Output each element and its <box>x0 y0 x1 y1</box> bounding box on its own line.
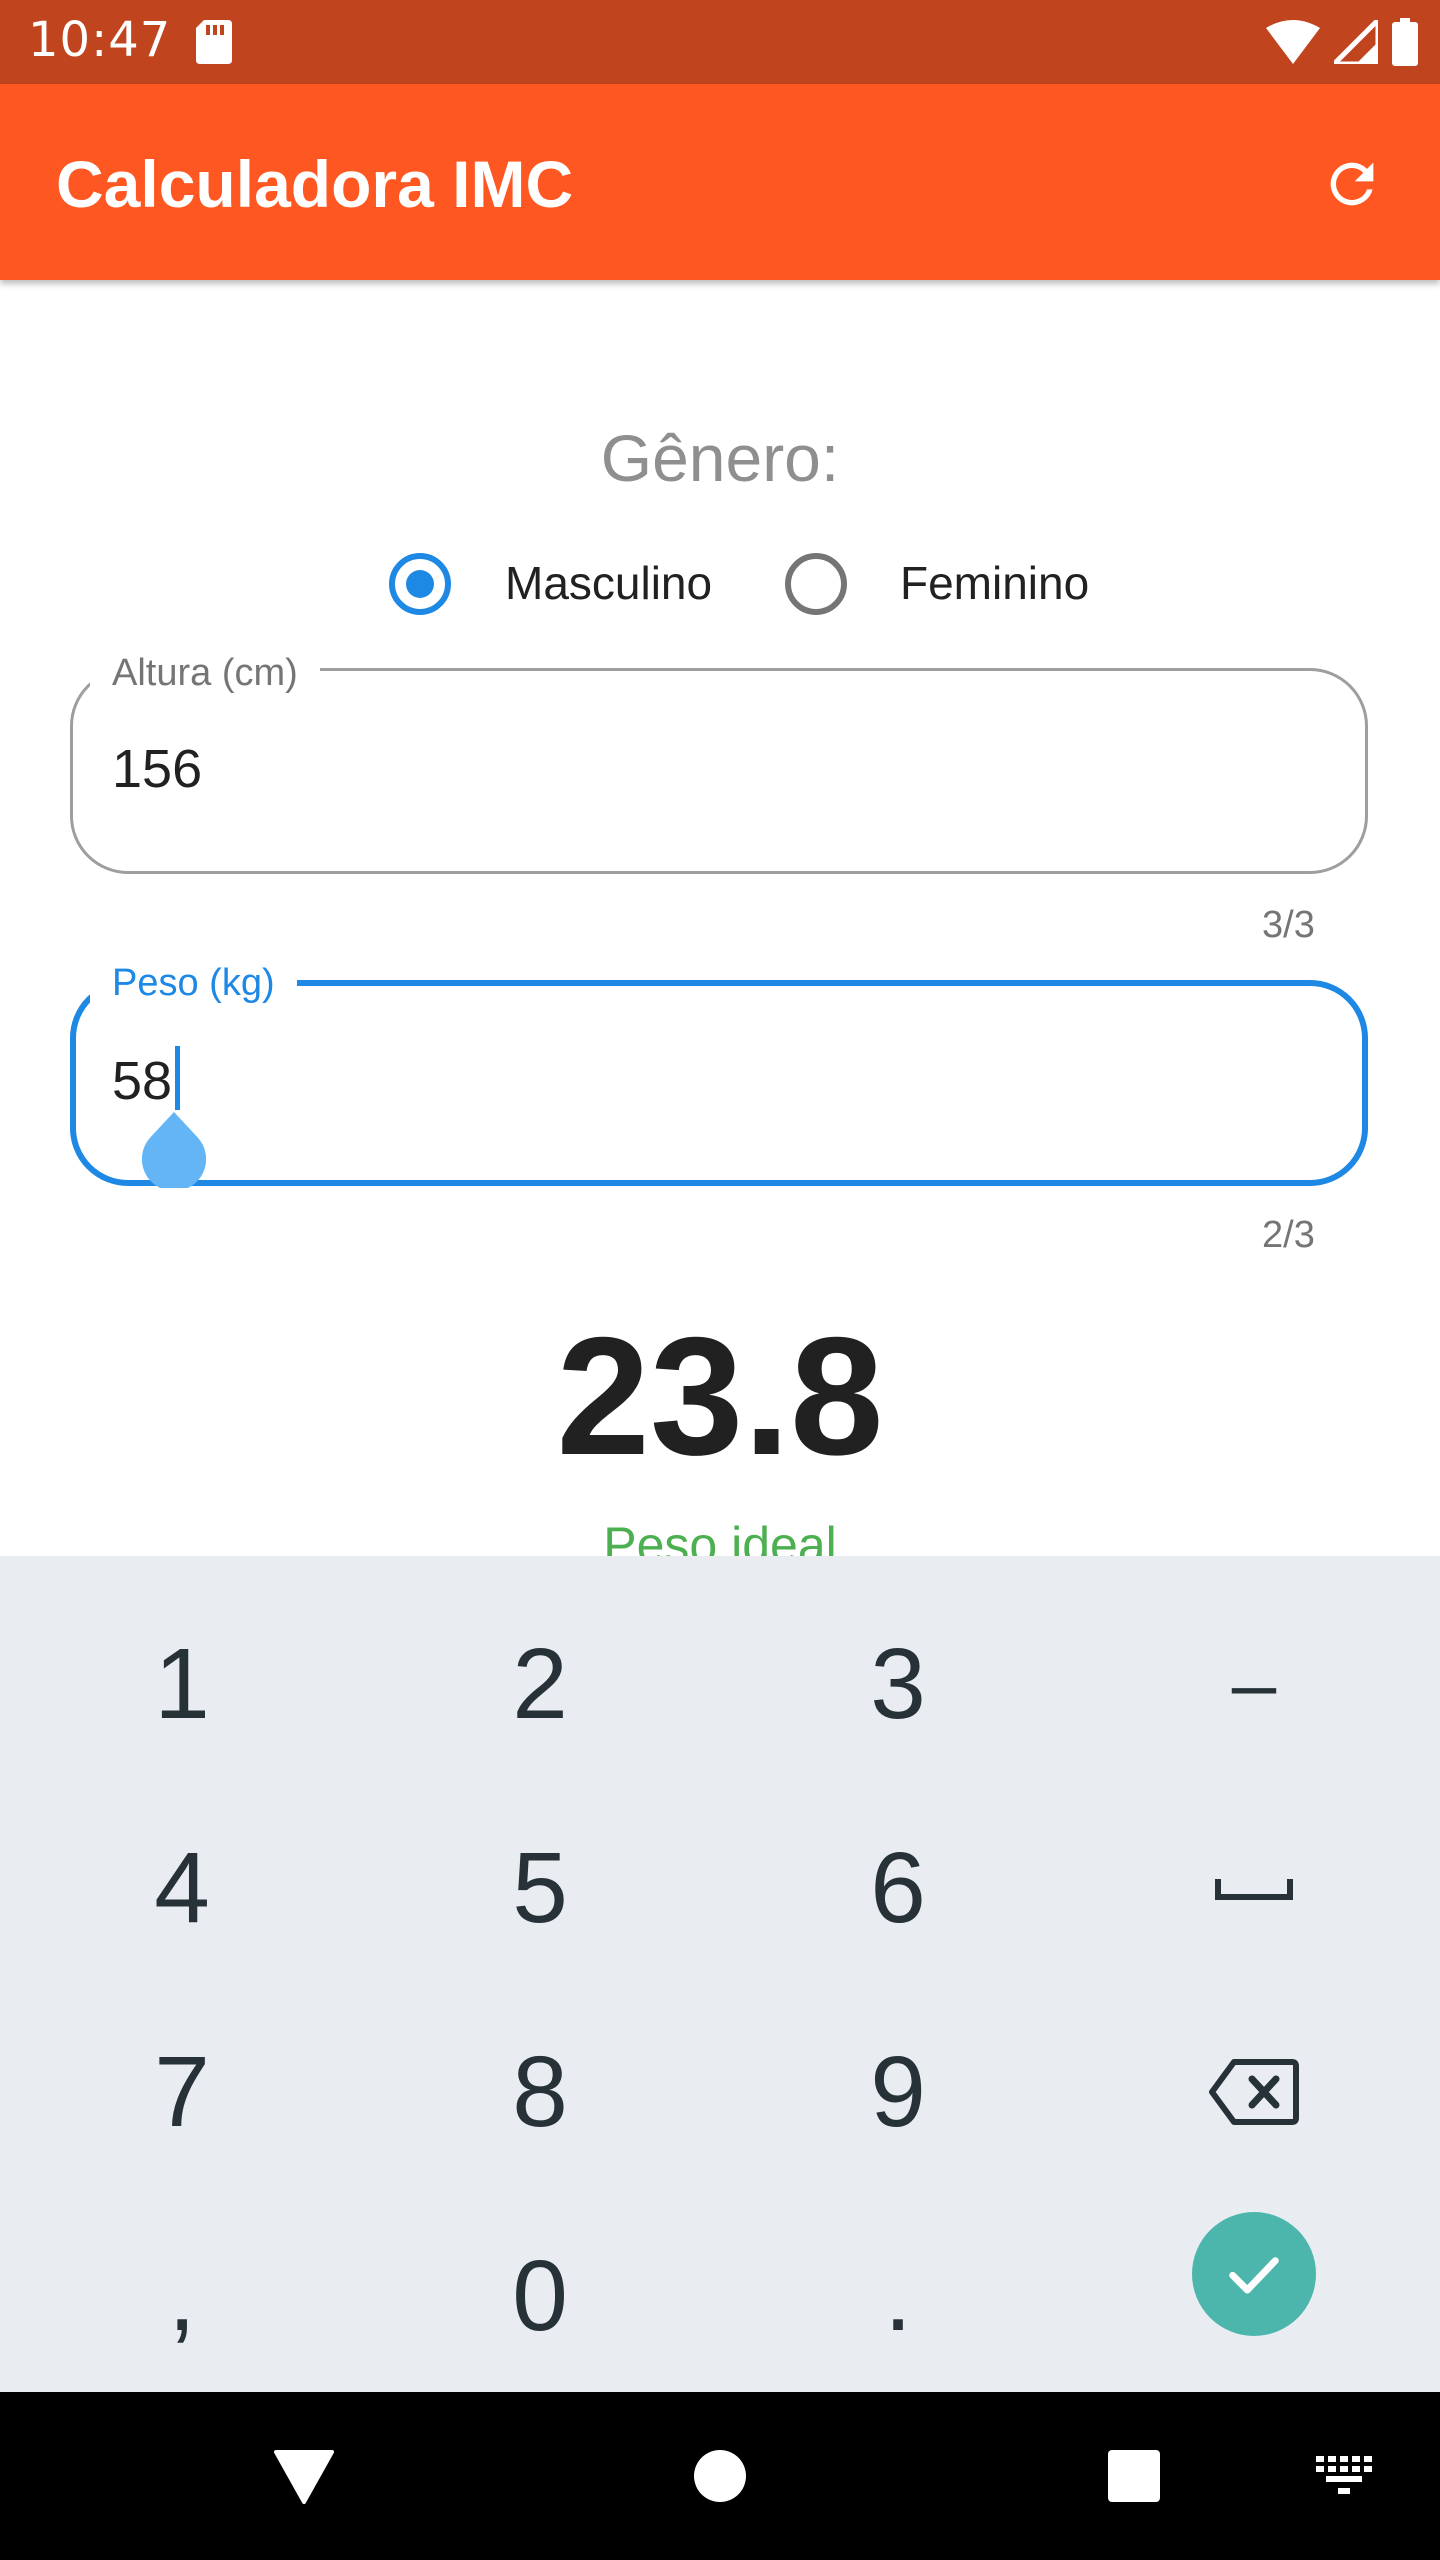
weight-input[interactable] <box>70 980 1368 1186</box>
height-label: Altura (cm) <box>90 652 320 695</box>
weight-value[interactable]: 58 <box>112 1050 172 1112</box>
refresh-icon <box>1330 162 1374 206</box>
bmi-result: 23.8 <box>556 1302 884 1490</box>
key-2[interactable]: 2 <box>362 1584 718 1784</box>
sd-card-icon <box>196 20 232 64</box>
key-period[interactable]: . <box>720 2196 1076 2396</box>
radio-masculino[interactable] <box>389 553 451 615</box>
recents-nav-button[interactable] <box>1094 2436 1174 2516</box>
app-title: Calculadora IMC <box>56 147 574 221</box>
key-6[interactable]: 6 <box>720 1788 1076 1988</box>
height-value[interactable]: 156 <box>112 738 202 800</box>
key-4[interactable]: 4 <box>4 1788 360 1988</box>
home-nav-button[interactable] <box>680 2436 760 2516</box>
back-nav-button[interactable] <box>264 2436 344 2516</box>
key-1[interactable]: 1 <box>4 1584 360 1784</box>
check-icon <box>1229 2257 1279 2294</box>
battery-icon <box>1392 18 1418 66</box>
status-icons <box>1266 18 1418 66</box>
refresh-button[interactable] <box>1304 136 1400 232</box>
cellular-signal-icon <box>1334 20 1378 64</box>
height-input[interactable] <box>70 668 1368 874</box>
key-comma[interactable]: , <box>4 2196 360 2396</box>
keyboard-switch-icon <box>1316 2456 1372 2494</box>
key-9[interactable]: 9 <box>720 1992 1076 2192</box>
status-time: 10:47 <box>28 12 172 68</box>
space-icon <box>1215 1879 1293 1900</box>
navigation-bar <box>0 2392 1440 2560</box>
key-dash[interactable]: – <box>1076 1584 1432 1784</box>
text-selection-handle[interactable] <box>136 1112 212 1188</box>
key-enter[interactable] <box>1076 2174 1432 2374</box>
app-bar: Calculadora IMC <box>0 84 1440 280</box>
height-counter: 3/3 <box>1262 904 1315 946</box>
status-bar: 10:47 <box>0 0 1440 84</box>
enter-button[interactable] <box>1192 2212 1316 2336</box>
numeric-keyboard: 1 2 3 – 4 5 6 7 8 9 , 0 . <box>0 1556 1440 2392</box>
wifi-icon <box>1266 20 1320 64</box>
key-backspace[interactable] <box>1076 1992 1432 2192</box>
text-cursor <box>175 1046 180 1110</box>
key-space[interactable] <box>1076 1788 1432 1988</box>
radio-feminino[interactable] <box>785 553 847 615</box>
radio-masculino-label[interactable]: Masculino <box>505 556 712 610</box>
key-0[interactable]: 0 <box>362 2196 718 2396</box>
key-5[interactable]: 5 <box>362 1788 718 1988</box>
backspace-icon <box>1209 2059 1299 2125</box>
recents-nav-icon <box>1108 2450 1160 2502</box>
radio-feminino-label[interactable]: Feminino <box>900 556 1089 610</box>
gender-label: Gênero: <box>600 421 840 495</box>
key-7[interactable]: 7 <box>4 1992 360 2192</box>
home-nav-icon <box>694 2450 746 2502</box>
keyboard-switch-button[interactable] <box>1304 2436 1384 2516</box>
weight-label: Peso (kg) <box>90 962 297 1005</box>
weight-counter: 2/3 <box>1262 1214 1315 1256</box>
key-8[interactable]: 8 <box>362 1992 718 2192</box>
back-nav-icon <box>274 2450 334 2504</box>
key-3[interactable]: 3 <box>720 1584 1076 1784</box>
